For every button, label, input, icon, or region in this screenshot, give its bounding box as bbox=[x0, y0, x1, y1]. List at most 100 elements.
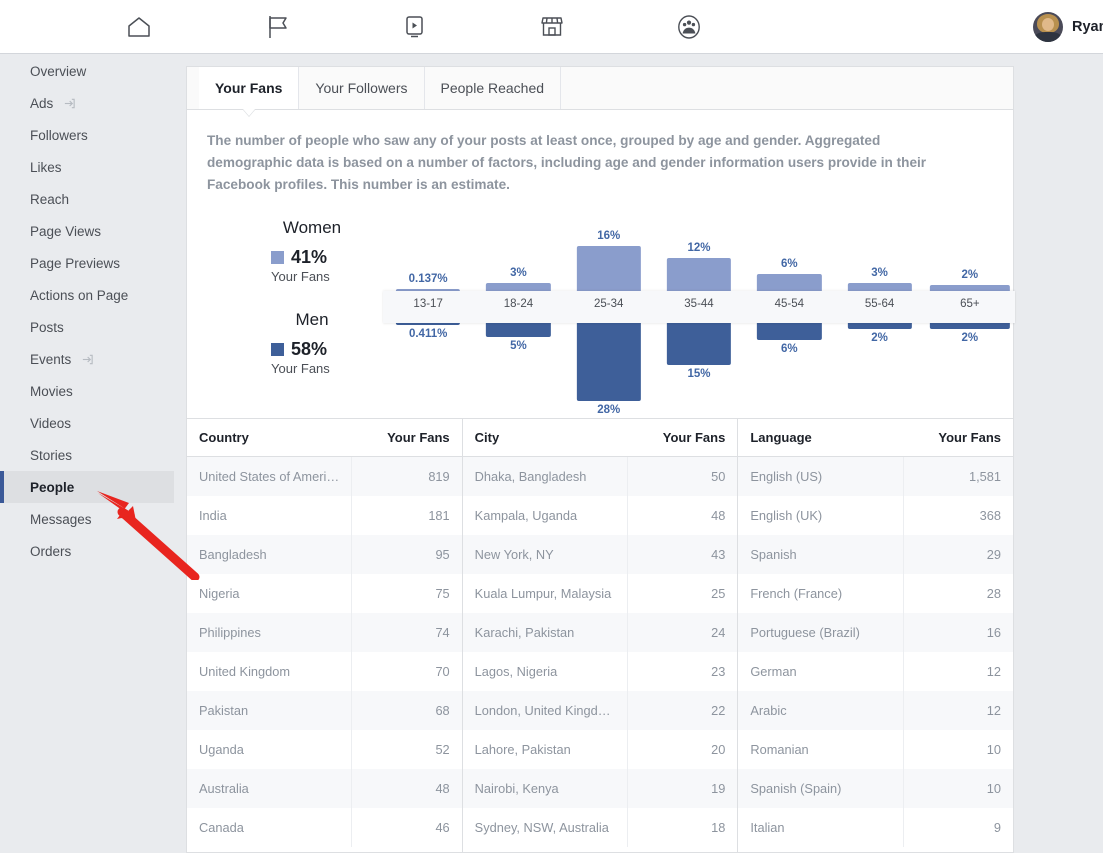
pages-flag-icon[interactable] bbox=[260, 11, 294, 43]
cell-value: 68 bbox=[352, 691, 462, 730]
cell-label: Kampala, Uganda bbox=[463, 496, 628, 535]
bar-women-18-24[interactable] bbox=[486, 283, 550, 291]
cell-label: Portuguese (Brazil) bbox=[738, 613, 903, 652]
main-panel: Your FansYour FollowersPeople Reached Th… bbox=[186, 66, 1014, 853]
table-row: Kuala Lumpur, Malaysia25 bbox=[463, 574, 738, 613]
cell-value: 18 bbox=[627, 808, 737, 847]
table-row: Karachi, Pakistan24 bbox=[463, 613, 738, 652]
tab-your-fans[interactable]: Your Fans bbox=[199, 67, 299, 109]
sidebar-item-movies[interactable]: Movies bbox=[0, 375, 186, 407]
legend-men-swatch bbox=[271, 343, 284, 356]
tab-people-reached[interactable]: People Reached bbox=[425, 67, 562, 109]
bar-women-25-34[interactable] bbox=[577, 246, 641, 291]
sidebar-item-people[interactable]: People bbox=[0, 471, 174, 503]
sidebar-item-page-views[interactable]: Page Views bbox=[0, 215, 186, 247]
sidebar-item-label: Followers bbox=[30, 128, 88, 143]
bar-label-women-55-64: 3% bbox=[871, 267, 888, 279]
table-row: English (US)1,581 bbox=[738, 457, 1013, 497]
sidebar-item-label: Page Views bbox=[30, 224, 101, 239]
tab-your-followers[interactable]: Your Followers bbox=[299, 67, 424, 109]
cell-value: 20 bbox=[627, 730, 737, 769]
sidebar-item-followers[interactable]: Followers bbox=[0, 119, 186, 151]
sidebar-item-overview[interactable]: Overview bbox=[0, 55, 186, 87]
cell-label: India bbox=[187, 496, 352, 535]
sidebar-item-events[interactable]: Events bbox=[0, 343, 186, 375]
sidebar-item-likes[interactable]: Likes bbox=[0, 151, 186, 183]
table-row: Kampala, Uganda48 bbox=[463, 496, 738, 535]
sidebar-item-label: Actions on Page bbox=[30, 288, 128, 303]
sidebar-item-ads[interactable]: Ads bbox=[0, 87, 186, 119]
cell-value: 25 bbox=[627, 574, 737, 613]
profile-name: Ryan bbox=[1072, 19, 1103, 35]
cell-label: Spanish bbox=[738, 535, 903, 574]
cell-label: Kuala Lumpur, Malaysia bbox=[463, 574, 628, 613]
sidebar-item-label: People bbox=[30, 480, 74, 495]
bar-men-35-44[interactable] bbox=[667, 323, 731, 365]
sidebar-item-stories[interactable]: Stories bbox=[0, 439, 186, 471]
cell-label: Karachi, Pakistan bbox=[463, 613, 628, 652]
bar-label-women-18-24: 3% bbox=[510, 267, 527, 279]
cell-value: 74 bbox=[352, 613, 462, 652]
cell-label: German bbox=[738, 652, 903, 691]
chart-age-label-35-44: 35-44 bbox=[684, 298, 713, 310]
sidebar-item-label: Posts bbox=[30, 320, 64, 335]
sidebar-item-label: Orders bbox=[30, 544, 71, 559]
bar-label-men-65+: 2% bbox=[962, 332, 979, 344]
bar-men-25-34[interactable] bbox=[577, 323, 641, 401]
cell-label: French (France) bbox=[738, 574, 903, 613]
table-header-row: CountryYour Fans bbox=[187, 419, 462, 457]
column-header-value[interactable]: Your Fans bbox=[352, 419, 462, 457]
table-row: Nigeria75 bbox=[187, 574, 462, 613]
bar-men-65+[interactable] bbox=[930, 323, 1010, 329]
table-row: Uganda52 bbox=[187, 730, 462, 769]
sidebar-item-posts[interactable]: Posts bbox=[0, 311, 186, 343]
column-header-label[interactable]: Language bbox=[738, 419, 903, 457]
sidebar-item-label: Messages bbox=[30, 512, 92, 527]
cell-label: Philippines bbox=[187, 613, 352, 652]
groups-icon[interactable] bbox=[672, 11, 706, 43]
column-header-label[interactable]: Country bbox=[187, 419, 352, 457]
legend-women-title: Women bbox=[257, 218, 367, 238]
cell-label: English (US) bbox=[738, 457, 903, 497]
cell-label: United States of America bbox=[187, 457, 352, 497]
bar-label-women-13-17: 0.137% bbox=[409, 273, 448, 285]
cell-value: 75 bbox=[352, 574, 462, 613]
bar-women-55-64[interactable] bbox=[847, 283, 911, 291]
profile-menu[interactable]: Ryan bbox=[1033, 11, 1103, 43]
column-header-value[interactable]: Your Fans bbox=[627, 419, 737, 457]
legend-men-title: Men bbox=[257, 310, 367, 330]
sidebar-item-videos[interactable]: Videos bbox=[0, 407, 186, 439]
watch-video-icon[interactable] bbox=[397, 11, 431, 43]
cell-label: United Kingdom bbox=[187, 652, 352, 691]
cell-value: 368 bbox=[903, 496, 1013, 535]
sidebar-item-actions-on-page[interactable]: Actions on Page bbox=[0, 279, 186, 311]
table-row: Lagos, Nigeria23 bbox=[463, 652, 738, 691]
bar-men-18-24[interactable] bbox=[486, 323, 550, 337]
bar-men-45-54[interactable] bbox=[757, 323, 821, 340]
cell-label: Sydney, NSW, Australia bbox=[463, 808, 628, 847]
table-row: German12 bbox=[738, 652, 1013, 691]
legend-women-percent: 41% bbox=[291, 247, 327, 268]
sidebar-item-label: Reach bbox=[30, 192, 69, 207]
home-icon[interactable] bbox=[122, 11, 156, 43]
sidebar: OverviewAds Followers Likes Reach Page Views… bbox=[0, 55, 186, 853]
legend-women-swatch bbox=[271, 251, 284, 264]
bar-women-45-54[interactable] bbox=[757, 274, 821, 291]
sidebar-item-messages[interactable]: Messages bbox=[0, 503, 186, 535]
column-header-value[interactable]: Your Fans bbox=[903, 419, 1013, 457]
sidebar-item-page-previews[interactable]: Page Previews bbox=[0, 247, 186, 279]
sidebar-item-orders[interactable]: Orders bbox=[0, 535, 186, 567]
chart-age-label-65+: 65+ bbox=[960, 298, 980, 310]
bar-men-13-17[interactable] bbox=[396, 323, 460, 325]
marketplace-store-icon[interactable] bbox=[535, 11, 569, 43]
sidebar-item-label: Movies bbox=[30, 384, 73, 399]
cell-label: London, United Kingdom bbox=[463, 691, 628, 730]
bar-label-women-45-54: 6% bbox=[781, 258, 798, 270]
bar-women-35-44[interactable] bbox=[667, 258, 731, 291]
bar-men-55-64[interactable] bbox=[847, 323, 911, 329]
cell-label: Spanish (Spain) bbox=[738, 769, 903, 808]
column-header-label[interactable]: City bbox=[463, 419, 628, 457]
chart-age-label-45-54: 45-54 bbox=[775, 298, 804, 310]
cell-label: Romanian bbox=[738, 730, 903, 769]
sidebar-item-reach[interactable]: Reach bbox=[0, 183, 186, 215]
